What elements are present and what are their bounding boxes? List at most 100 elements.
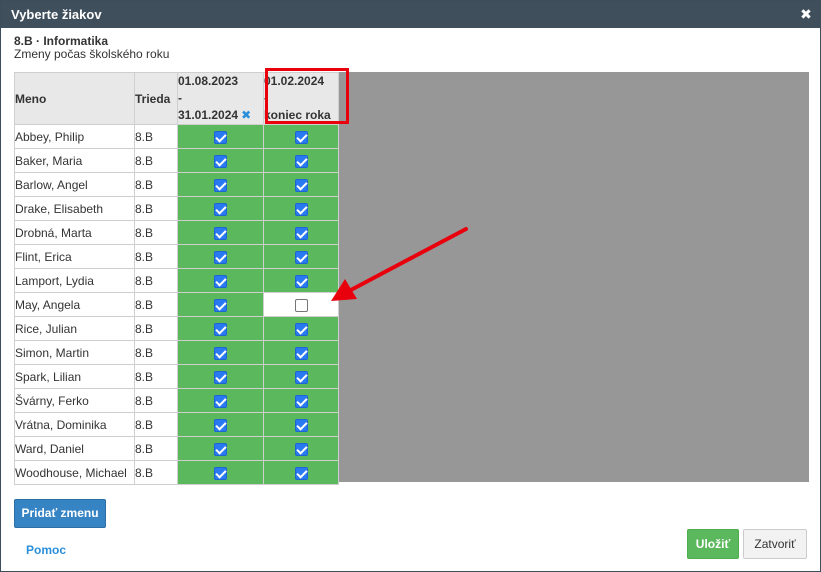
period-2-cell	[263, 364, 339, 389]
student-class: 8.B	[134, 316, 178, 341]
period-2-checkbox[interactable]	[294, 394, 308, 408]
period-2-cell	[263, 388, 339, 413]
period-2-checkbox[interactable]	[294, 346, 308, 360]
period-2-cell	[263, 220, 339, 245]
period-1-checkbox[interactable]	[214, 370, 227, 384]
table-row: Spark, Lilian 8.B	[14, 364, 339, 389]
student-name: Ward, Daniel	[14, 436, 135, 461]
student-name: Simon, Martin	[14, 340, 135, 365]
period-1-checkbox[interactable]	[214, 202, 227, 216]
dialog-titlebar: Vyberte žiakov ✖	[1, 1, 820, 28]
period-2-checkbox[interactable]	[294, 442, 308, 456]
period-2-cell	[263, 196, 339, 221]
period-1-checkbox[interactable]	[214, 178, 227, 192]
table-row: Rice, Julian 8.B	[14, 316, 339, 341]
period-2-checkbox[interactable]	[294, 202, 308, 216]
period-1-checkbox[interactable]	[214, 466, 227, 480]
table-row: Švárny, Ferko 8.B	[14, 388, 339, 413]
period-2-cell	[263, 436, 339, 461]
subject-title: 8.B · Informatika	[14, 34, 109, 48]
period-2-cell	[263, 460, 339, 485]
student-class: 8.B	[134, 412, 178, 437]
student-class: 8.B	[134, 388, 178, 413]
student-name: Lamport, Lydia	[14, 268, 135, 293]
period-1-checkbox[interactable]	[214, 226, 227, 240]
period-2-checkbox[interactable]	[294, 226, 308, 240]
period-1-checkbox[interactable]	[214, 250, 227, 264]
column-header-period-2: 01.02.2024 - koniec roka	[263, 72, 339, 125]
period-2-dash: -	[264, 91, 268, 105]
close-button[interactable]: Zatvoriť	[743, 529, 807, 559]
period-1-checkbox[interactable]	[214, 442, 227, 456]
period-1-checkbox[interactable]	[214, 298, 227, 312]
select-students-dialog: Vyberte žiakov ✖ 8.B · Informatika Zmeny…	[0, 0, 821, 572]
period-1-cell	[177, 124, 264, 149]
table-row: Abbey, Philip 8.B	[14, 124, 339, 149]
table-row: Woodhouse, Michael 8.B	[14, 460, 339, 485]
period-1-checkbox[interactable]	[214, 346, 227, 360]
table-row: Vrátna, Dominika 8.B	[14, 412, 339, 437]
period-2-cell	[263, 148, 339, 173]
period-1-checkbox[interactable]	[214, 418, 227, 432]
student-name: Drobná, Marta	[14, 220, 135, 245]
student-class: 8.B	[134, 364, 178, 389]
column-header-name: Meno	[14, 72, 135, 125]
period-2-checkbox[interactable]	[294, 466, 308, 480]
table-row: May, Angela 8.B	[14, 292, 339, 317]
student-class: 8.B	[134, 148, 178, 173]
dialog-title: Vyberte žiakov	[11, 7, 102, 22]
period-2-checkbox[interactable]	[294, 298, 308, 312]
period-1-end-wrap: 31.01.2024 ✖	[178, 107, 263, 124]
table-row: Ward, Daniel 8.B	[14, 436, 339, 461]
close-icon[interactable]: ✖	[798, 1, 814, 28]
remove-period-icon[interactable]: ✖	[241, 108, 251, 122]
student-name: Woodhouse, Michael	[14, 460, 135, 485]
period-2-checkbox[interactable]	[294, 178, 308, 192]
student-name: Barlow, Angel	[14, 172, 135, 197]
student-name: Rice, Julian	[14, 316, 135, 341]
period-2-cell	[263, 340, 339, 365]
save-button[interactable]: Uložiť	[687, 529, 739, 559]
period-1-checkbox[interactable]	[214, 274, 227, 288]
add-change-button[interactable]: Pridať zmenu	[14, 499, 106, 528]
period-2-cell	[263, 412, 339, 437]
period-2-checkbox[interactable]	[294, 250, 308, 264]
period-2-checkbox[interactable]	[294, 130, 308, 144]
period-1-cell	[177, 244, 264, 269]
student-class: 8.B	[134, 124, 178, 149]
student-name: Flint, Erica	[14, 244, 135, 269]
column-header-period-1: 01.08.2023 - 31.01.2024 ✖	[177, 72, 264, 125]
table-header-row: Meno Trieda 01.08.2023 - 31.01.2024 ✖ 01.…	[14, 72, 339, 125]
period-1-checkbox[interactable]	[214, 322, 227, 336]
period-2-cell	[263, 124, 339, 149]
student-name: Abbey, Philip	[14, 124, 135, 149]
period-2-end: koniec roka	[264, 108, 331, 122]
student-class: 8.B	[134, 436, 178, 461]
student-name: Baker, Maria	[14, 148, 135, 173]
student-rows: Abbey, Philip 8.B Baker, Maria 8.B Barlow, A…	[14, 124, 339, 485]
period-1-cell	[177, 412, 264, 437]
student-name: May, Angela	[14, 292, 135, 317]
period-1-checkbox[interactable]	[214, 130, 227, 144]
student-name: Vrátna, Dominika	[14, 412, 135, 437]
period-1-checkbox[interactable]	[214, 154, 227, 168]
period-1-cell	[177, 292, 264, 317]
subject-subtitle: Zmeny počas školského roku	[14, 47, 170, 61]
period-1-cell	[177, 436, 264, 461]
period-1-checkbox[interactable]	[214, 394, 227, 408]
period-2-checkbox[interactable]	[294, 370, 308, 384]
period-2-checkbox[interactable]	[294, 154, 308, 168]
period-1-start: 01.08.2023	[178, 74, 239, 88]
student-class: 8.B	[134, 340, 178, 365]
period-2-checkbox[interactable]	[294, 322, 308, 336]
period-2-checkbox[interactable]	[294, 418, 308, 432]
period-1-cell	[177, 196, 264, 221]
student-name: Spark, Lilian	[14, 364, 135, 389]
period-1-dash: -	[178, 91, 182, 105]
student-name: Drake, Elisabeth	[14, 196, 135, 221]
table-row: Lamport, Lydia 8.B	[14, 268, 339, 293]
table-row: Drobná, Marta 8.B	[14, 220, 339, 245]
help-link[interactable]: Pomoc	[26, 543, 66, 557]
period-2-checkbox[interactable]	[294, 274, 308, 288]
student-name: Švárny, Ferko	[14, 388, 135, 413]
